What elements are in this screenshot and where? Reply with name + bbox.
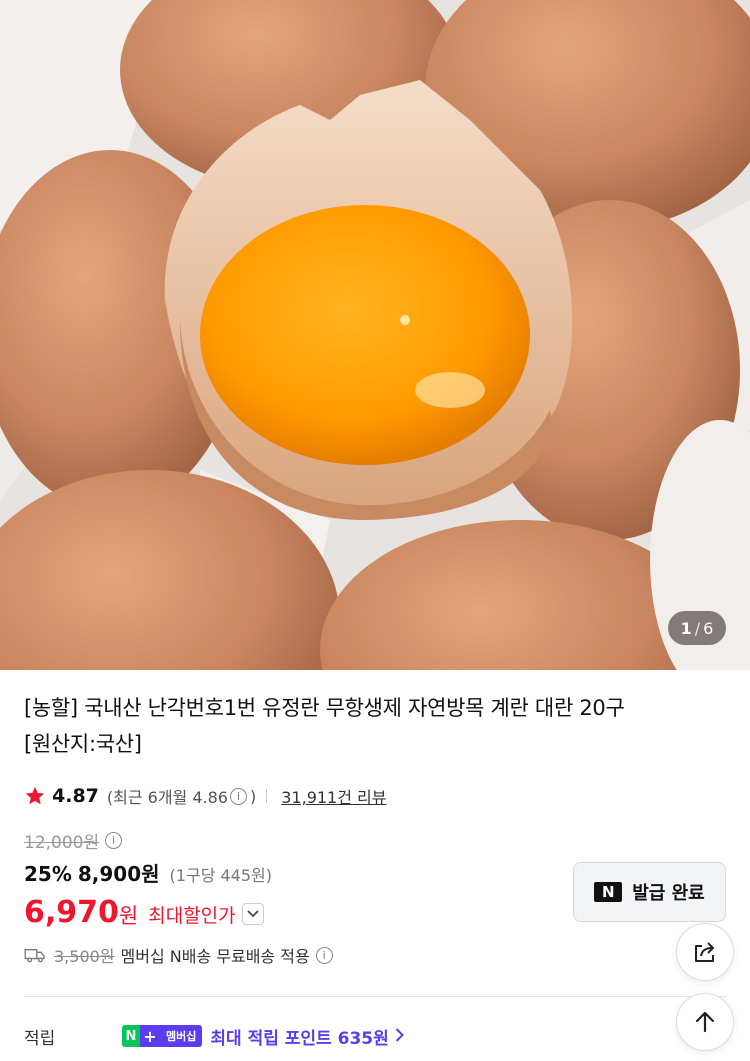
points-label: 적립 [24,1028,56,1049]
max-points-text: 최대 적립 포인트 635원 [210,1028,389,1049]
divider [266,789,268,803]
product-image[interactable]: 1 / 6 [0,0,750,670]
image-counter-current: 1 [680,618,692,638]
product-title-line2: [원산지:국산] [24,732,142,756]
original-price-row: 12,000원 i [24,828,123,853]
shipping-row: 3,500원 멤버십 N배송 무료배송 적용 i [24,942,333,968]
discount-row: 25% 8,900원 (1구당 445원) [24,858,272,888]
info-icon[interactable]: i [230,787,247,805]
review-count-link[interactable]: 31,911건 리뷰 [281,784,386,808]
recent-rating-close: ) [250,786,257,806]
discount-rate: 25% [24,862,72,886]
rating-score: 4.87 [52,785,99,807]
egg-photo [0,0,750,670]
coupon-issued-button[interactable]: N 발급 완료 [573,862,726,922]
rating-row: 4.87 (최근 6개월 4.86 i ) 31,911건 리뷰 [24,782,386,810]
image-counter: 1 / 6 [668,611,726,645]
product-title-line1: [농할] 국내산 난각번호1번 유정란 무항생제 자연방목 계란 대란 20구 [24,696,625,720]
section-divider [24,996,726,997]
share-icon [695,942,714,962]
discount-price: 8,900원 [77,862,160,886]
chevron-right-icon [395,1026,404,1047]
shipping-fee: 3,500원 [54,947,115,966]
arrow-up-icon [695,1011,715,1033]
max-discount-label[interactable]: 최대할인가 [148,901,235,928]
product-info: [농할] 국내산 난각번호1번 유정란 무항생제 자연방목 계란 대란 20구 … [24,690,704,762]
scroll-top-button[interactable] [676,993,734,1051]
final-price-row: 6,970 원 최대할인가 [24,890,264,934]
chevron-down-icon[interactable] [241,903,264,925]
truck-icon [24,949,45,963]
coupon-button-label: 발급 완료 [632,883,705,904]
naver-n-badge: N [122,1025,140,1047]
recent-rating: (최근 6개월 4.86 i ) [107,784,256,808]
recent-rating-text: (최근 6개월 4.86 [106,788,228,807]
product-title: [농할] 국내산 난각번호1번 유정란 무항생제 자연방목 계란 대란 20구 … [24,690,704,762]
image-counter-total: 6 [703,618,714,638]
image-counter-separator: / [694,618,701,638]
plus-icon: + [140,1025,160,1047]
membership-badge-text: 멤버십 [160,1025,203,1047]
shipping-info-icon[interactable]: i [315,946,333,964]
final-price: 6,970 [24,894,119,930]
price-info-icon[interactable]: i [105,831,123,849]
original-price: 12,000원 [24,832,100,853]
naver-plus-membership-badge: N + 멤버십 [122,1025,203,1047]
final-price-currency: 원 [118,904,139,928]
naver-n-icon: N [594,882,623,902]
unit-price: (1구당 445원) [169,866,272,885]
share-button[interactable] [676,923,734,981]
shipping-text: 멤버십 N배송 무료배송 적용 [120,947,310,966]
star-icon [25,786,45,805]
points-row[interactable]: 적립 N + 멤버십 최대 적립 포인트 635원 [24,1022,404,1050]
